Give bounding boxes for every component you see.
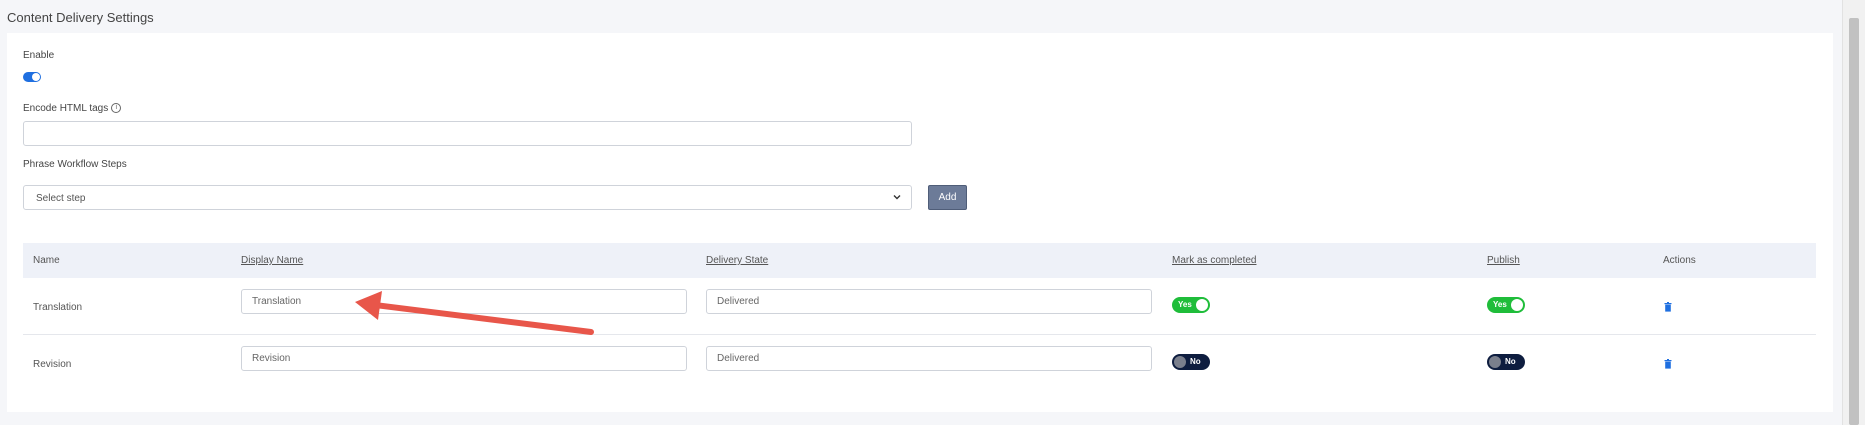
toggle-knob xyxy=(1489,356,1501,368)
workflow-steps-label: Phrase Workflow Steps xyxy=(23,159,127,170)
toggle-label: Yes xyxy=(1178,300,1192,309)
table-row: Translation Yes Yes xyxy=(23,278,1816,335)
mark-completed-toggle[interactable]: No xyxy=(1172,354,1210,370)
toggle-knob xyxy=(1174,356,1186,368)
enable-label: Enable xyxy=(23,50,55,61)
table-row: Revision No No xyxy=(23,335,1816,391)
trash-icon[interactable] xyxy=(1664,302,1672,312)
column-header-name: Name xyxy=(33,255,60,266)
publish-toggle[interactable]: No xyxy=(1487,354,1525,370)
encode-html-label-text: Encode HTML tags xyxy=(23,103,109,114)
vertical-scrollbar[interactable] xyxy=(1842,0,1865,425)
encode-html-label: Encode HTML tags i xyxy=(23,103,122,114)
toggle-knob xyxy=(1511,299,1523,311)
delivery-state-input[interactable] xyxy=(706,289,1152,314)
column-header-display-name[interactable]: Display Name xyxy=(241,255,303,266)
enable-toggle[interactable] xyxy=(23,72,41,82)
column-header-actions: Actions xyxy=(1663,255,1696,266)
encode-html-input[interactable] xyxy=(23,121,912,146)
trash-icon[interactable] xyxy=(1664,359,1672,369)
column-header-delivery-state[interactable]: Delivery State xyxy=(706,255,768,266)
row-name: Revision xyxy=(33,359,72,370)
page: Content Delivery Settings Enable Encode … xyxy=(0,0,1865,425)
delivery-state-input[interactable] xyxy=(706,346,1152,371)
toggle-knob xyxy=(1196,299,1208,311)
table-header: Name Display Name Delivery State Mark as… xyxy=(23,243,1816,278)
toggle-label: No xyxy=(1190,357,1201,366)
info-icon[interactable]: i xyxy=(111,103,122,114)
column-header-mark-completed[interactable]: Mark as completed xyxy=(1172,255,1256,266)
display-name-input[interactable] xyxy=(241,346,687,371)
toggle-label: No xyxy=(1505,357,1516,366)
enable-toggle-knob xyxy=(32,73,40,81)
scrollbar-thumb[interactable] xyxy=(1849,18,1859,425)
workflow-step-select[interactable]: Select step xyxy=(23,185,912,210)
publish-toggle[interactable]: Yes xyxy=(1487,297,1525,313)
column-header-publish[interactable]: Publish xyxy=(1487,255,1520,266)
mark-completed-toggle[interactable]: Yes xyxy=(1172,297,1210,313)
row-name: Translation xyxy=(33,302,83,313)
toggle-label: Yes xyxy=(1493,300,1507,309)
chevron-down-icon xyxy=(893,195,901,200)
display-name-input[interactable] xyxy=(241,289,687,314)
add-step-button[interactable]: Add xyxy=(928,185,967,210)
page-title: Content Delivery Settings xyxy=(7,10,154,25)
workflow-step-select-value: Select step xyxy=(36,193,86,204)
